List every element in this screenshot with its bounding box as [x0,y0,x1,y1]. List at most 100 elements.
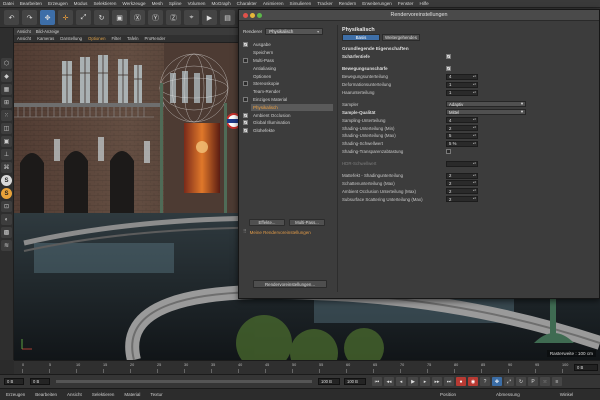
menu-item-simulieren[interactable]: Simulieren [290,1,312,6]
viewport-menu-filter[interactable]: Filter [111,36,121,41]
points-mode-icon[interactable]: ⁙ [1,110,12,121]
menu-item-modus[interactable]: Modus [74,1,88,6]
checkbox-stereoskopie[interactable] [243,81,248,87]
tab-advanced[interactable]: Weitergehendes [382,34,420,41]
menu-item-fenster[interactable]: Fenster [398,1,414,6]
minimize-icon[interactable] [250,13,255,18]
next-key-icon[interactable]: ▸▸ [432,377,442,386]
menu-item-erzeugen[interactable]: Erzeugen [48,1,68,6]
timeline-menu-icon[interactable]: ≡ [552,377,562,386]
spinner-icon[interactable]: ▴▾ [473,118,476,121]
settings-list-item[interactable]: Einziges Material [243,96,333,104]
param-number-field[interactable]: ▴▾ [446,160,478,167]
previous-frame-icon[interactable]: ◂ [396,377,406,386]
spinner-icon[interactable]: ▴▾ [473,74,476,78]
lock-workplane-icon[interactable]: ⊡ [1,201,12,212]
spinner-icon[interactable]: ▴▾ [473,82,476,86]
spinner-icon[interactable]: ▴▾ [473,161,476,165]
make-editable-icon[interactable]: ⬡ [1,58,12,69]
param-checkbox[interactable]: ✓ [446,66,451,72]
menu-item-animieren[interactable]: Animieren [263,1,284,6]
close-icon[interactable] [243,13,248,18]
param-number-field[interactable]: 2 ▴▾ [446,180,478,187]
menu-item-hilfe[interactable]: Hilfe [419,1,428,6]
viewport-menu-tafeln[interactable]: Tafeln [127,36,138,41]
menu-item-erweiterungen[interactable]: Erweiterungen [362,1,392,6]
menu-item-selektieren[interactable]: Selektieren [93,1,116,6]
settings-list-item[interactable]: Antialiasing [243,64,333,72]
param-select[interactable]: Adaptiv ▾ [446,101,526,108]
preset-item[interactable]: ⠿ Meine Rendervoreinstellungen [243,229,311,235]
viewport-menu-kameras[interactable]: Kameras [37,36,54,41]
render-presets-button[interactable]: Rendervoreinstellungen... [253,280,327,288]
go-to-end-icon[interactable]: ⏭ [444,377,454,386]
pla-key-icon[interactable]: ⁙ [540,377,550,386]
viewport-menu-optionen[interactable]: Optionen [88,36,105,41]
spinner-icon[interactable]: ▴▾ [473,141,476,145]
keyframe-selection-icon[interactable]: ? [480,377,490,386]
autokey-icon[interactable]: ◉ [468,377,478,386]
spinner-icon[interactable]: ▴▾ [473,126,476,129]
sculpt-icon[interactable]: S [1,188,12,199]
grid-icon[interactable]: ▩ [1,227,12,238]
x-axis-icon[interactable]: Ⓧ [130,10,145,25]
go-to-start-icon[interactable]: ⏮ [372,377,382,386]
menu-item-bearbeiten[interactable]: Bearbeiten [20,1,42,6]
bottom-menu-erzeugen[interactable]: Erzeugen [6,392,25,397]
live-selection-icon[interactable]: ✥ [40,10,55,25]
timeline[interactable]: 0 5 10 15 20 25 30 35 40 45 50 55 60 65 70 75 80 85 90 95 10… [14,360,600,374]
workplane-icon[interactable]: ⊞ [1,97,12,108]
effects-button[interactable]: Effekte... [249,219,285,226]
multipass-button[interactable]: Multi-Pass... [289,219,325,226]
checkbox-global-illumination[interactable]: ✓ [243,120,248,126]
bottom-menu-textur[interactable]: Textur [150,392,162,397]
tab-basis[interactable]: Basis [342,34,380,41]
menu-item-datei[interactable]: Datei [3,1,14,6]
menu-item-mograph[interactable]: MoGraph [211,1,230,6]
param-select[interactable]: Mittel ▾ [446,109,526,116]
texture-mode-icon[interactable]: ▦ [1,84,12,95]
axis-mode-icon[interactable]: ⊥ [1,149,12,160]
dialog-title-bar[interactable]: Rendervoreinstellungen [239,10,599,21]
last-tool-icon[interactable]: ▣ [112,10,127,25]
rotate-icon[interactable]: ↻ [94,10,109,25]
bottom-menu-material[interactable]: Material [124,392,140,397]
param-number-field[interactable]: 4 ▴▾ [446,73,478,80]
undo-icon[interactable]: ↶ [4,10,19,25]
spinner-icon[interactable]: ▴▾ [473,133,476,137]
tab-view[interactable]: Ansicht [17,29,31,34]
settings-list-item[interactable]: ✓ Ausgabe [243,41,333,49]
checkbox-ausgabe[interactable]: ✓ [243,42,248,48]
param-number-field[interactable]: 2 ▴▾ [446,188,478,195]
spinner-icon[interactable]: ▴▾ [473,173,476,177]
coordinate-system-icon[interactable]: ⌖ [184,10,199,25]
edges-mode-icon[interactable]: ◫ [1,123,12,134]
render-picture-viewer-icon[interactable]: ▤ [220,10,235,25]
next-frame-icon[interactable]: ▸ [420,377,430,386]
viewport-menu-ansicht[interactable]: Ansicht [17,36,31,41]
param-number-field[interactable]: 2 ▴▾ [446,125,478,132]
settings-list-item[interactable]: ✓ Global Illumination [243,119,333,127]
bottom-menu-bearbeiten[interactable]: Bearbeiten [35,392,57,397]
menu-item-volumen[interactable]: Volumen [188,1,206,6]
param-number-field[interactable]: 2 ▴▾ [446,196,478,203]
layer-icon[interactable]: ≋ [1,240,12,251]
param-number-field[interactable]: 1 ▴▾ [446,89,478,96]
model-mode-icon[interactable]: ◆ [1,71,12,82]
scale-key-icon[interactable]: ⤢ [504,377,514,386]
settings-list-item[interactable]: Stereoskopie [243,80,333,88]
param-checkbox[interactable] [446,149,451,155]
menu-item-charakter[interactable]: Charakter [237,1,257,6]
snap-icon[interactable]: S [1,175,12,186]
position-key-icon[interactable]: ✥ [492,377,502,386]
play-icon[interactable]: ▶ [408,377,418,386]
menu-item-spline[interactable]: Spline [169,1,182,6]
spinner-icon[interactable]: ▴▾ [473,197,476,200]
tweak-mode-icon[interactable]: ⌘ [1,162,12,173]
rotation-key-icon[interactable]: ↻ [516,377,526,386]
move-icon[interactable]: ✛ [58,10,73,25]
param-number-field[interactable]: 4 ▴▾ [446,117,478,124]
menu-item-mesh[interactable]: Mesh [152,1,163,6]
spinner-icon[interactable]: ▴▾ [473,90,476,94]
polygons-mode-icon[interactable]: ▣ [1,136,12,147]
